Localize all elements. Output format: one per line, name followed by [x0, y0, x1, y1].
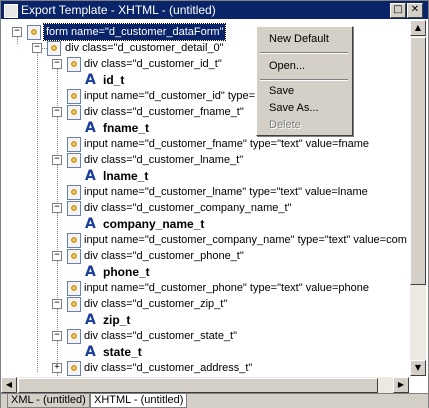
horizontal-scrollbar[interactable]: ◀ ▶	[1, 377, 409, 393]
scroll-down-icon[interactable]: ▼	[410, 360, 426, 376]
xml-element-icon	[67, 297, 81, 312]
tree-row-input[interactable]: input name="d_customer_lname" type="text…	[1, 184, 409, 200]
tree-node-label: input name="d_customer_lname" type="text…	[84, 186, 368, 198]
scroll-up-icon[interactable]: ▲	[410, 20, 426, 36]
text-node-icon: A	[85, 72, 96, 88]
tree-row-input[interactable]: input name="d_customer_fname" type="text…	[1, 136, 409, 152]
menu-separator	[260, 79, 348, 81]
document-tabs: XML - (untitled) XHTML - (untitled)	[1, 393, 428, 408]
collapse-icon[interactable]: −	[52, 251, 62, 261]
expand-icon[interactable]: +	[52, 363, 62, 373]
tree-node-label: div class="d_customer_zip_t"	[84, 298, 228, 310]
window-title: Export Template - XHTML - (untitled)	[21, 3, 216, 17]
xml-element-icon	[67, 153, 81, 168]
menu-item-new-default[interactable]: New Default	[269, 33, 329, 45]
tree-row-div[interactable]: − div class="d_customer_phone_t"	[1, 248, 409, 264]
collapse-icon[interactable]: −	[12, 27, 22, 37]
vertical-scroll-thumb[interactable]	[410, 37, 426, 285]
tab-xml[interactable]: XML - (untitled)	[7, 394, 90, 408]
xml-element-icon	[27, 25, 41, 40]
xml-element-icon	[67, 105, 81, 120]
xml-element-icon	[67, 185, 81, 200]
xml-element-icon	[67, 201, 81, 216]
tree-node-label: company_name_t	[103, 217, 205, 231]
tree-row-text[interactable]: A zip_t	[1, 312, 409, 328]
export-template-window: Export Template - XHTML - (untitled) □ ✕…	[0, 0, 429, 408]
tree-node-label: div class="d_customer_phone_t"	[84, 250, 244, 262]
tree-node-label: form name="d_customer_dataForm"	[42, 23, 227, 41]
xml-element-icon	[67, 281, 81, 296]
collapse-icon[interactable]: −	[52, 203, 62, 213]
tree-row-div[interactable]: − div class="d_customer_lname_t"	[1, 152, 409, 168]
tree-node-label: lname_t	[103, 169, 149, 183]
window-icon	[4, 4, 18, 18]
tree-row-input[interactable]: input name="d_customer_company_name" typ…	[1, 232, 409, 248]
tree-node-label: zip_t	[103, 313, 131, 327]
tree-node-label: div class="d_customer_id_t"	[84, 58, 222, 70]
title-bar[interactable]: Export Template - XHTML - (untitled) □ ✕	[1, 1, 428, 19]
xml-element-icon	[67, 137, 81, 152]
tree-node-label: id_t	[103, 73, 125, 87]
collapse-icon[interactable]: −	[52, 107, 62, 117]
tab-xhtml[interactable]: XHTML - (untitled)	[90, 394, 188, 408]
tree-node-label: state_t	[103, 345, 142, 359]
menu-item-save-as[interactable]: Save As...	[269, 102, 319, 114]
text-node-icon: A	[85, 312, 96, 328]
xml-element-icon	[67, 233, 81, 248]
xml-element-icon	[47, 41, 61, 56]
maximize-button[interactable]: □	[390, 3, 406, 18]
tree-row-input[interactable]: input name="d_customer_phone" type="text…	[1, 280, 409, 296]
text-node-icon: A	[85, 168, 96, 184]
menu-item-open[interactable]: Open...	[269, 60, 305, 72]
collapse-icon[interactable]: −	[52, 59, 62, 69]
tree-node-label: div class="d_customer_company_name_t"	[84, 202, 292, 214]
tree-node-label: input name="d_customer_fname" type="text…	[84, 138, 369, 150]
tree-node-label: div class="d_customer_state_t"	[84, 330, 238, 342]
collapse-icon[interactable]: −	[32, 43, 42, 53]
collapse-icon[interactable]: −	[52, 155, 62, 165]
horizontal-scroll-thumb[interactable]	[18, 378, 378, 393]
xml-element-icon	[67, 361, 81, 376]
scroll-right-icon[interactable]: ▶	[393, 377, 409, 393]
tree-row-div[interactable]: − div class="d_customer_zip_t"	[1, 296, 409, 312]
xml-element-icon	[67, 249, 81, 264]
xml-element-icon	[67, 89, 81, 104]
text-node-icon: A	[85, 120, 96, 136]
tree-row-text[interactable]: A phone_t	[1, 264, 409, 280]
tree-node-label: div class="d_customer_address_t"	[84, 362, 253, 374]
menu-separator	[260, 52, 348, 54]
text-node-icon: A	[85, 264, 96, 280]
tree-node-label: div class="d_customer_fname_t"	[84, 106, 244, 118]
context-menu: New Default Open... Save Save As... Dele…	[256, 26, 353, 136]
tree-row-text[interactable]: A company_name_t	[1, 216, 409, 232]
text-node-icon: A	[85, 344, 96, 360]
scroll-left-icon[interactable]: ◀	[1, 377, 17, 393]
close-button[interactable]: ✕	[407, 3, 423, 18]
xml-element-icon	[67, 57, 81, 72]
tree-node-label: input name="d_customer_company_name" typ…	[84, 234, 407, 246]
tree-node-label: input name="d_customer_id" type=	[84, 90, 256, 102]
tree-node-label: phone_t	[103, 265, 150, 279]
collapse-icon[interactable]: −	[52, 299, 62, 309]
collapse-icon[interactable]: −	[52, 331, 62, 341]
xml-element-icon	[67, 329, 81, 344]
vertical-scrollbar[interactable]: ▲ ▼	[410, 20, 426, 376]
tree-node-label: fname_t	[103, 121, 150, 135]
tree-row-div[interactable]: − div class="d_customer_state_t"	[1, 328, 409, 344]
tree-node-label: input name="d_customer_phone" type="text…	[84, 282, 370, 294]
tree-node-label: div class="d_customer_detail_0"	[65, 42, 224, 54]
menu-item-save[interactable]: Save	[269, 85, 294, 97]
tree-row-div[interactable]: − div class="d_customer_company_name_t"	[1, 200, 409, 216]
text-node-icon: A	[85, 216, 96, 232]
menu-item-delete: Delete	[269, 119, 301, 131]
tree-row-text[interactable]: A state_t	[1, 344, 409, 360]
tree-row-div[interactable]: + div class="d_customer_address_t"	[1, 360, 409, 376]
tree-row-text[interactable]: A lname_t	[1, 168, 409, 184]
tree-node-label: div class="d_customer_lname_t"	[84, 154, 244, 166]
